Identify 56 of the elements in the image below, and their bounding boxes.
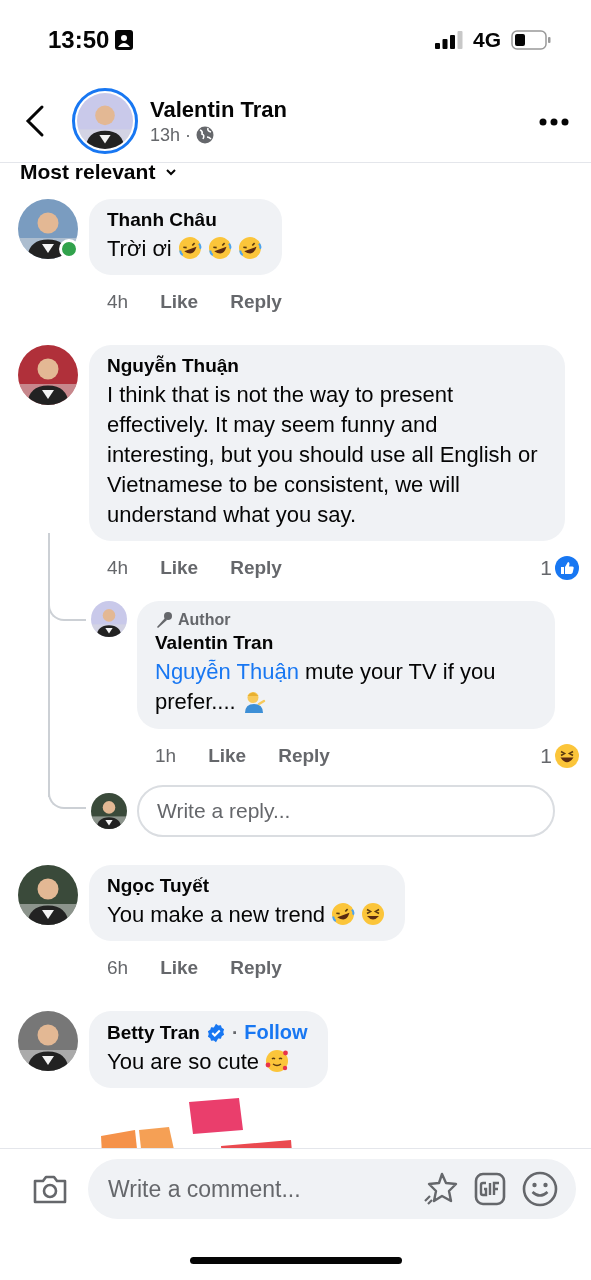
like-link[interactable]: Like <box>160 291 199 313</box>
laughing-emoji-icon <box>177 236 202 260</box>
reply-field[interactable]: Write a reply... <box>137 785 555 837</box>
reply-link[interactable]: Reply <box>230 557 282 579</box>
smiling-emoji-icon <box>265 1049 290 1073</box>
camera-icon[interactable] <box>32 1173 68 1205</box>
comment-text: You are so cute <box>107 1047 308 1077</box>
laughing-emoji-icon <box>361 902 386 926</box>
comment-text: You make a new trend <box>107 900 386 930</box>
comment-author[interactable]: Nguyễn Thuận <box>107 355 239 377</box>
reply-link[interactable]: Reply <box>230 291 282 313</box>
reply-link[interactable]: Reply <box>230 957 282 979</box>
like-link[interactable]: Like <box>208 745 247 767</box>
comment-time: 6h <box>107 957 129 979</box>
laughing-emoji-icon <box>237 236 262 260</box>
like-icon <box>555 556 579 580</box>
reaction-count: 1 <box>540 556 552 580</box>
comment-field[interactable]: Write a comment... <box>88 1159 576 1219</box>
comment-time: 1h <box>155 745 177 767</box>
clock-time: 13:50 <box>48 26 110 54</box>
comment-author[interactable]: Betty Tran <box>107 1021 200 1044</box>
chevron-down-icon <box>165 168 178 176</box>
post-time: 13h <box>150 124 181 146</box>
more-icon <box>539 117 569 126</box>
battery-icon <box>511 30 551 50</box>
comment-text: Nguyễn Thuận mute your TV if you prefer.... <box>155 658 497 716</box>
comment-time: 4h <box>107 557 129 579</box>
sparkle-star-icon[interactable] <box>422 1172 458 1206</box>
laughing-emoji-icon <box>331 902 356 926</box>
globe-icon <box>196 126 215 144</box>
network-label: 4G <box>473 28 501 52</box>
comment-author[interactable]: Thanh Châu <box>107 209 217 231</box>
comment-author[interactable]: Valentin Tran <box>155 632 274 654</box>
reaction-count: 1 <box>540 744 552 768</box>
separator-dot: · <box>231 1021 239 1044</box>
emoji-icon[interactable] <box>522 1171 558 1207</box>
like-link[interactable]: Like <box>160 957 199 979</box>
separator-dot: · <box>185 124 192 146</box>
gif-icon[interactable] <box>474 1172 506 1206</box>
author-label: Author <box>178 611 231 629</box>
signal-icon <box>435 31 463 49</box>
comment-author[interactable]: Ngọc Tuyết <box>107 875 210 897</box>
reply-link[interactable]: Reply <box>278 745 330 767</box>
person-card-icon <box>115 30 134 50</box>
comment-time: 4h <box>107 291 129 313</box>
laughing-emoji-icon <box>207 236 232 260</box>
laughing-emoji-icon <box>555 744 579 768</box>
comment-input[interactable]: Write a comment... <box>106 1174 406 1204</box>
author-name[interactable]: Valentin Tran <box>150 96 535 123</box>
comment-text: I think that is not the way to present effectively. It may seem funny and interesting, but you should use all English or Vietnamese to be consistent, we will understand what you say. <box>107 381 539 529</box>
sort-dropdown[interactable]: Most relevant <box>0 159 591 185</box>
microphone-icon <box>155 611 173 629</box>
comment-text: Trời ơi <box>107 234 262 264</box>
follow-link[interactable]: Follow <box>244 1021 308 1044</box>
mention-link[interactable]: Nguyễn Thuận <box>155 659 299 684</box>
like-link[interactable]: Like <box>160 557 199 579</box>
